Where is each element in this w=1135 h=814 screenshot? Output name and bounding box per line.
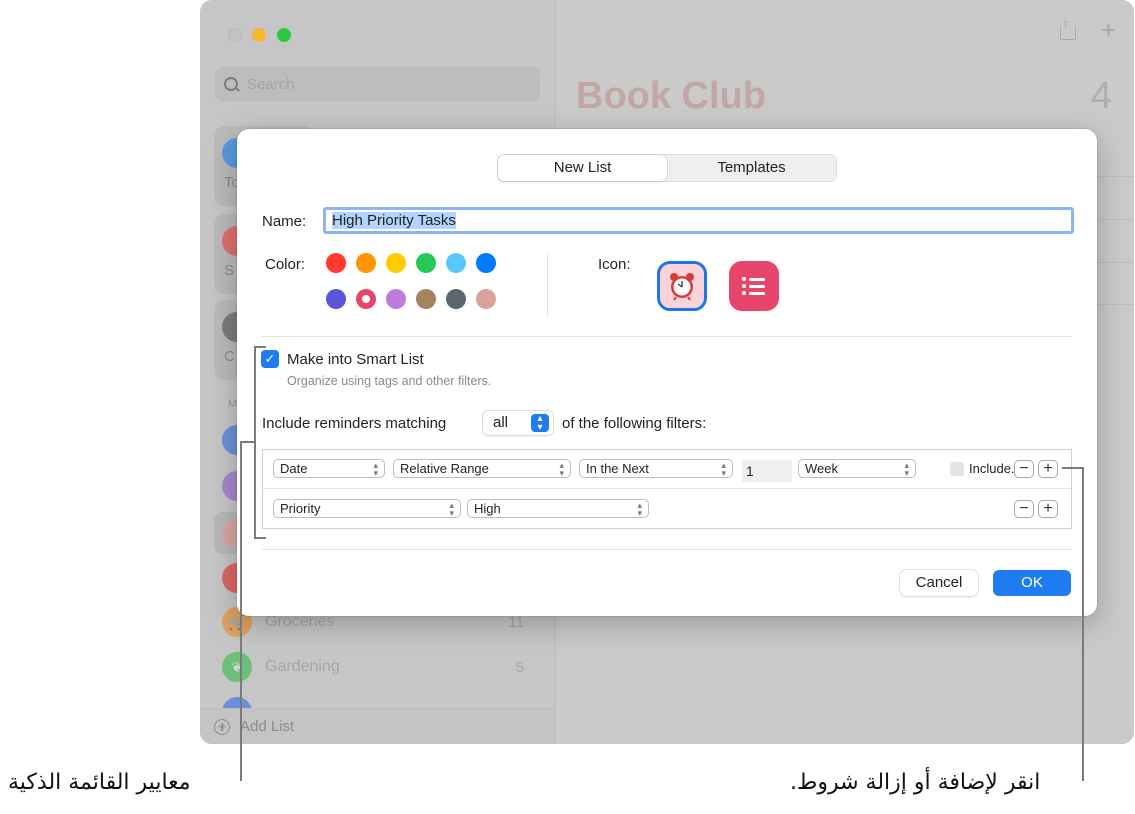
close-window-button[interactable] — [228, 28, 242, 42]
filter-qualifier-popup[interactable]: In the Next ▴ ▾ — [579, 459, 733, 478]
icon-label: Icon: — [598, 256, 631, 273]
color-swatch[interactable] — [416, 253, 436, 273]
new-list-dialog: New List Templates Name: High Priority T… — [237, 129, 1097, 616]
remove-filter-button[interactable]: − — [1014, 460, 1034, 478]
chevron-up-down-icon: ▴ ▾ — [531, 414, 549, 433]
tab-templates[interactable]: Templates — [667, 155, 836, 181]
chevron-up-down-icon: ▴ ▾ — [904, 460, 909, 478]
filter-value-popup[interactable]: High ▴ ▾ — [467, 499, 649, 518]
color-swatch[interactable] — [446, 289, 466, 309]
list-count: 11 — [508, 613, 524, 631]
divider — [262, 549, 1072, 550]
color-swatch[interactable] — [476, 289, 496, 309]
chevron-up-down-icon: ▴ ▾ — [721, 460, 726, 478]
maximize-window-button[interactable] — [277, 28, 291, 42]
color-swatch[interactable] — [326, 289, 346, 309]
icon-option-alarm-clock[interactable] — [657, 261, 707, 311]
filter-field-popup[interactable]: Date ▴ ▾ — [273, 459, 385, 478]
checkmark-icon: ✓ — [264, 351, 276, 366]
callout-leader — [240, 441, 242, 781]
list-title: Book Club — [576, 75, 766, 117]
smart-list-checkbox[interactable]: ✓ — [261, 350, 279, 368]
search-placeholder: Search — [247, 76, 295, 93]
chevron-up-down-icon: ▴ ▾ — [449, 500, 454, 518]
filter-row: Date ▴ ▾ Relative Range ▴ ▾ In the Next ▴ ▾ 1 … — [263, 450, 1071, 489]
tab-control: New List Templates — [497, 154, 837, 182]
alarm-clock-icon — [670, 273, 694, 301]
divider — [547, 253, 548, 317]
name-field[interactable]: High Priority Tasks — [323, 207, 1074, 234]
color-swatch[interactable] — [416, 289, 436, 309]
leaf-icon: ❦ — [222, 652, 252, 682]
list-item-gardening[interactable]: ❦ Gardening 5 — [222, 652, 532, 682]
callout-add-remove-conditions: انقر لإضافة أو إزالة شروط. — [790, 770, 1041, 795]
name-label: Name: — [262, 213, 307, 230]
smart-list-label: Make into Smart List — [287, 351, 424, 368]
search-field[interactable]: Search — [215, 67, 540, 102]
callout-bracket — [254, 537, 266, 539]
tile-label: S — [224, 262, 235, 279]
filter-row: Priority ▴ ▾ High ▴ ▾ − + — [263, 490, 1071, 529]
divider — [262, 336, 1072, 337]
icon-option-list[interactable] — [729, 261, 779, 311]
search-icon — [223, 76, 241, 94]
callout-bracket — [254, 346, 266, 348]
color-swatch[interactable] — [386, 253, 406, 273]
tab-new-list[interactable]: New List — [498, 155, 667, 181]
remove-filter-button[interactable]: − — [1014, 500, 1034, 518]
include-checkbox[interactable] — [950, 462, 964, 476]
color-swatch[interactable] — [476, 253, 496, 273]
add-circle-icon — [214, 718, 230, 735]
match-mode-popup[interactable]: all ▴ ▾ — [482, 410, 554, 436]
add-reminder-icon[interactable]: + — [1101, 17, 1116, 43]
cancel-button[interactable]: Cancel — [900, 570, 978, 596]
list-icon — [742, 274, 766, 298]
add-list-button[interactable]: Add List — [200, 708, 555, 744]
callout-leader — [240, 441, 255, 443]
callout-leader — [1082, 467, 1084, 781]
color-swatch[interactable] — [326, 253, 346, 273]
name-value: High Priority Tasks — [332, 212, 456, 229]
color-swatch[interactable] — [356, 253, 376, 273]
callout-smart-list-criteria: معايير القائمة الذكية — [8, 770, 191, 795]
tile-label: C — [224, 348, 235, 365]
list-count-large: 4 — [1090, 75, 1112, 117]
smart-list-subtext: Organize using tags and other filters. — [287, 374, 492, 388]
color-label: Color: — [265, 256, 306, 273]
filter-unit-popup[interactable]: Week ▴ ▾ — [798, 459, 916, 478]
chevron-up-down-icon: ▴ ▾ — [637, 500, 642, 518]
filter-operator-popup[interactable]: Relative Range ▴ ▾ — [393, 459, 571, 478]
match-value: all — [493, 414, 509, 431]
match-prefix: Include reminders matching — [262, 415, 447, 432]
list-name: Gardening — [265, 658, 340, 675]
filter-field-popup[interactable]: Priority ▴ ▾ — [273, 499, 461, 518]
filter-amount-field[interactable]: 1 — [742, 460, 792, 482]
add-list-label: Add List — [240, 718, 295, 735]
ok-button[interactable]: OK — [993, 570, 1071, 596]
chevron-up-down-icon: ▴ ▾ — [559, 460, 564, 478]
minimize-window-button[interactable] — [252, 28, 266, 42]
color-swatch[interactable] — [356, 289, 376, 309]
list-count: 5 — [515, 658, 524, 676]
filter-table: Date ▴ ▾ Relative Range ▴ ▾ In the Next ▴ ▾ 1 … — [262, 449, 1072, 529]
match-suffix: of the following filters: — [562, 415, 707, 432]
color-swatch[interactable] — [386, 289, 406, 309]
callout-leader — [1062, 467, 1084, 469]
add-filter-button[interactable]: + — [1038, 500, 1058, 518]
color-swatch[interactable] — [446, 253, 466, 273]
chevron-up-down-icon: ▴ ▾ — [373, 460, 378, 478]
share-icon[interactable] — [1059, 16, 1076, 40]
add-filter-button[interactable]: + — [1038, 460, 1058, 478]
my-lists-heading: M — [228, 398, 238, 410]
